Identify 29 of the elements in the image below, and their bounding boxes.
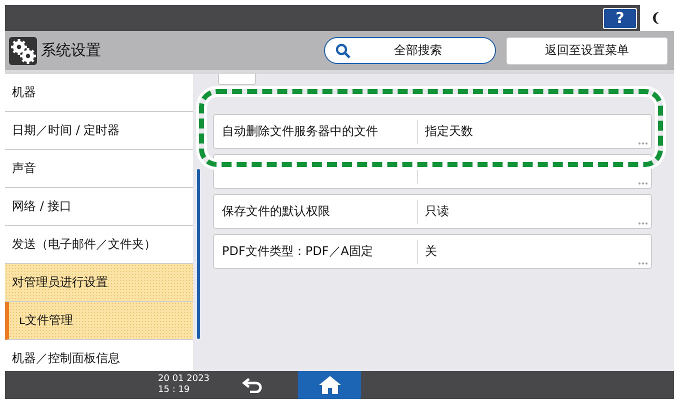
sidebar-item[interactable]: 日期／时间 / 定时器 bbox=[5, 112, 193, 150]
home-icon bbox=[318, 375, 342, 395]
more-icon bbox=[638, 182, 648, 185]
more-icon bbox=[638, 222, 648, 225]
setting-row[interactable]: 自动删除文件服务器中的文件 指定天数 bbox=[213, 114, 652, 149]
setting-label: 自动删除文件服务器中的文件 bbox=[221, 123, 379, 140]
sidebar-item[interactable]: ʟ文件管理 bbox=[5, 302, 193, 340]
setting-label: 保存文件的默认权限 bbox=[221, 203, 331, 220]
search-all-button[interactable]: 全部搜索 bbox=[324, 37, 496, 64]
date-time: 20 01 2023 15 : 19 bbox=[158, 374, 211, 396]
setting-value: 只读 bbox=[424, 203, 449, 220]
sidebar-item[interactable]: 声音 bbox=[5, 150, 193, 188]
setting-value: 关 bbox=[424, 243, 437, 260]
screen-title: 系统设置 bbox=[41, 41, 101, 60]
gears-icon bbox=[9, 36, 37, 64]
setting-row[interactable]: PDF文件类型：PDF／A固定 关 bbox=[213, 234, 652, 269]
setting-value: 指定天数 bbox=[424, 123, 473, 140]
sidebar-item[interactable]: 对管理员进行设置 bbox=[5, 264, 193, 302]
return-menu-button[interactable]: 返回至设置菜单 bbox=[506, 36, 668, 64]
sidebar-item[interactable]: 机器 bbox=[5, 74, 193, 112]
more-icon bbox=[638, 142, 648, 145]
back-arrow-icon[interactable] bbox=[242, 377, 264, 393]
search-icon bbox=[335, 42, 351, 58]
help-button[interactable]: ? bbox=[603, 8, 637, 28]
setting-row[interactable]: 保存文件的默认权限 只读 bbox=[213, 194, 652, 229]
more-icon bbox=[638, 262, 648, 265]
home-button[interactable] bbox=[298, 371, 361, 399]
sidebar-item[interactable]: 网络 / 接口 bbox=[5, 188, 193, 226]
setting-label: PDF文件类型：PDF／A固定 bbox=[221, 243, 374, 260]
